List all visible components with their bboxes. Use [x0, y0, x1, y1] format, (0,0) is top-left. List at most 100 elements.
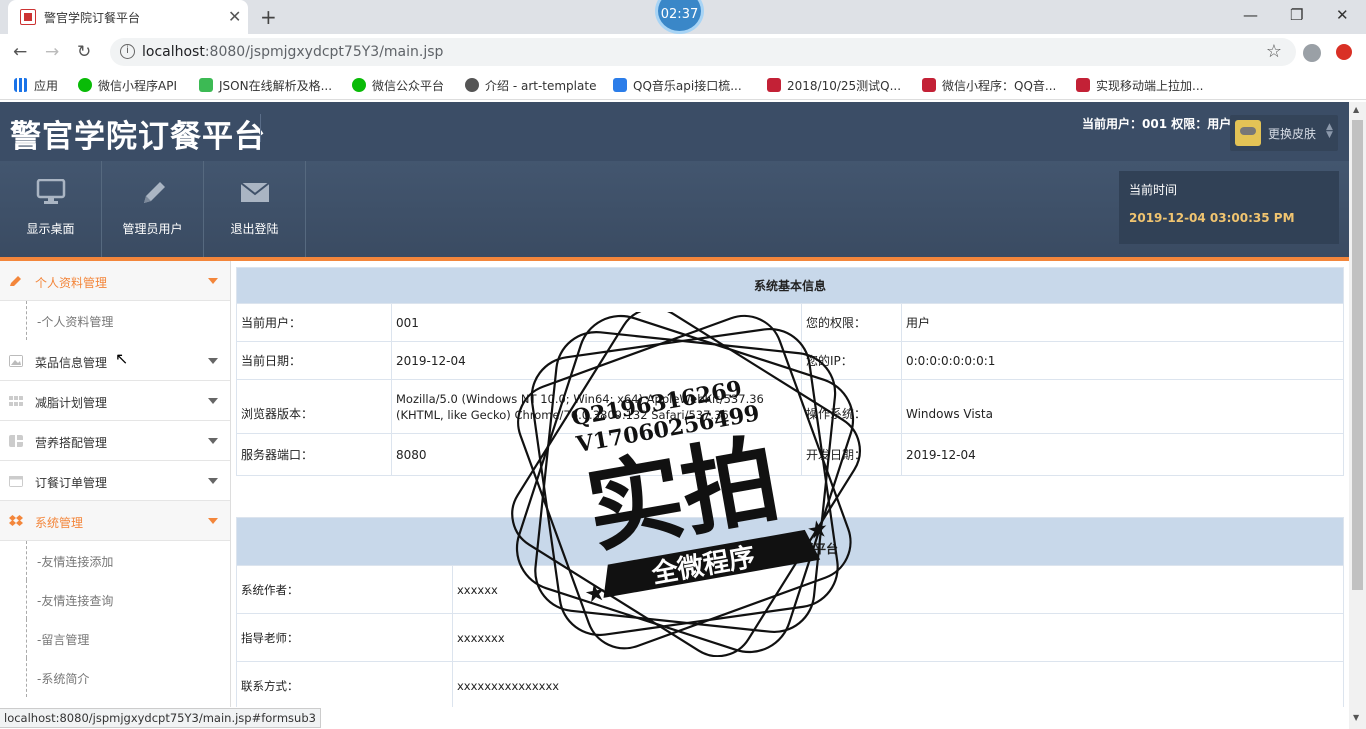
apps-icon: [14, 78, 28, 92]
envelope-icon: [240, 182, 270, 202]
info-key: 您的IP：: [801, 341, 902, 380]
window-close-icon[interactable]: ✕: [1336, 6, 1349, 24]
current-user-info: 当前用户：001 权限：用户: [1082, 117, 1232, 131]
info-icon[interactable]: i: [120, 44, 135, 59]
bookmark-item[interactable]: 微信小程序API: [78, 77, 177, 94]
sidebar-item-add-link[interactable]: 友情连接添加: [26, 541, 230, 580]
sidebar-item-system-intro[interactable]: 系统简介: [26, 658, 230, 697]
info-key: 联系方式：: [236, 661, 453, 707]
site-favicon-icon: [20, 9, 36, 25]
change-skin-select[interactable]: 更换皮肤 ▲ ▼: [1230, 115, 1338, 151]
web-page: 警官学院订餐平台 当前用户：001 权限：用户 更换皮肤 ▲ ▼ 显示桌面 管理员…: [0, 102, 1349, 707]
extension-icon[interactable]: [1336, 44, 1352, 60]
current-time-label: 当前时间: [1129, 183, 1178, 197]
info-key: 操作系统：: [801, 379, 902, 434]
system-info-table: 系统基本信息 当前用户： 001 您的权限： 用户 当前日期： 2019-12-…: [236, 267, 1344, 476]
chevron-down-icon: [208, 398, 218, 404]
platform-info-table: 警官学院订餐平台 系统作者： xxxxxx 指导老师： xxxxxxx 联系方式…: [236, 517, 1344, 707]
bookmark-item[interactable]: 介绍 - art-template: [465, 77, 596, 94]
current-time-panel: 当前时间 2019-12-04 03:00:35 PM: [1119, 171, 1339, 244]
sidebar: 个人资料管理 个人资料管理 菜品信息管理 减脂计划管理 营养搭配管理 订餐订单管…: [0, 261, 231, 707]
minimize-icon[interactable]: —: [1243, 6, 1258, 24]
pencil-icon: [10, 276, 21, 286]
sidebar-group-nutrition[interactable]: 营养搭配管理: [0, 421, 230, 461]
info-value: 0:0:0:0:0:0:0:1: [901, 341, 1344, 380]
new-tab-icon[interactable]: +: [260, 5, 277, 29]
bookmark-item[interactable]: 实现移动端上拉加...: [1076, 77, 1203, 94]
site-title: 警官学院订餐平台: [10, 119, 266, 155]
menu-label: 退出登陆: [230, 222, 279, 236]
json-icon: [199, 78, 213, 92]
scroll-up-icon[interactable]: ▲: [1353, 105, 1359, 114]
layout-icon: [9, 435, 23, 447]
sidebar-item-label: 系统简介: [37, 670, 89, 687]
page-scrollbar[interactable]: ▲ ▼: [1349, 102, 1366, 729]
status-bar-url: localhost:8080/jspmjgxydcpt75Y3/main.jsp…: [0, 708, 321, 728]
site-header: 警官学院订餐平台 当前用户：001 权限：用户 更换皮肤 ▲ ▼: [0, 102, 1349, 161]
bookmark-apps[interactable]: 应用: [14, 77, 58, 94]
info-value: 8080: [391, 433, 802, 476]
show-desktop-button[interactable]: 显示桌面: [0, 161, 102, 257]
info-key: 当前日期：: [236, 341, 392, 380]
platform-info-heading: 警官学院订餐平台: [236, 517, 1344, 566]
profile-avatar-icon[interactable]: [1303, 44, 1321, 62]
calendar-icon: [9, 476, 23, 487]
csdn-icon: [1076, 78, 1090, 92]
info-key: 系统作者：: [236, 565, 453, 614]
back-icon[interactable]: ←: [13, 42, 27, 62]
scroll-down-icon[interactable]: ▼: [1353, 713, 1359, 722]
system-info-heading: 系统基本信息: [236, 267, 1344, 304]
info-value: 2019-12-04: [901, 433, 1344, 476]
sidebar-group-label: 减脂计划管理: [35, 396, 108, 410]
bookmark-item[interactable]: 2018/10/25测试Q...: [767, 77, 901, 94]
info-key: 您的权限：: [801, 303, 902, 342]
info-key: 浏览器版本：: [236, 379, 392, 434]
main-content: 系统基本信息 当前用户： 001 您的权限： 用户 当前日期： 2019-12-…: [236, 267, 1344, 707]
browser-toolbar: ← → ↻ i localhost:8080/jspmjgxydcpt75Y3/…: [0, 34, 1366, 70]
wechat-icon: [78, 78, 92, 92]
info-value: 001: [391, 303, 802, 342]
browser-tab-strip: 警官学院订餐平台 ✕ + 02:37 — ❐ ✕: [0, 0, 1366, 34]
browser-tab[interactable]: 警官学院订餐平台 ✕: [8, 0, 248, 34]
sidebar-group-diet-plan[interactable]: 减脂计划管理: [0, 381, 230, 421]
bookmark-item[interactable]: QQ音乐api接口梳...: [613, 77, 742, 94]
tab-title: 警官学院订餐平台: [44, 11, 141, 25]
forward-icon[interactable]: →: [45, 42, 59, 62]
logout-button[interactable]: 退出登陆: [204, 161, 306, 257]
menu-label: 显示桌面: [26, 222, 75, 236]
sidebar-item-messages[interactable]: 留言管理: [26, 619, 230, 658]
bookmark-star-icon[interactable]: ☆: [1266, 41, 1282, 62]
info-key: 服务器端口：: [236, 433, 392, 476]
dropbox-icon: [9, 515, 23, 526]
sidebar-group-system[interactable]: 系统管理: [0, 501, 230, 541]
bookmark-item[interactable]: 微信小程序：QQ音...: [922, 77, 1056, 94]
monitor-icon: [36, 179, 66, 204]
sidebar-group-label: 菜品信息管理: [35, 356, 108, 370]
reload-icon[interactable]: ↻: [77, 42, 91, 62]
skin-label: 更换皮肤: [1268, 127, 1317, 141]
address-bar[interactable]: i localhost:8080/jspmjgxydcpt75Y3/main.j…: [110, 38, 1296, 66]
info-value: 2019-12-04: [391, 341, 802, 380]
close-tab-icon[interactable]: ✕: [228, 7, 241, 26]
sidebar-group-orders[interactable]: 订餐订单管理: [0, 461, 230, 501]
info-value: xxxxxxx: [452, 613, 1344, 662]
admin-user-button[interactable]: 管理员用户: [102, 161, 204, 257]
sidebar-item-profile[interactable]: 个人资料管理: [26, 301, 230, 340]
bookmark-item[interactable]: JSON在线解析及格...: [199, 77, 332, 94]
csdn-icon: [767, 78, 781, 92]
bookmark-item[interactable]: 微信公众平台: [352, 77, 444, 94]
menu-label: 管理员用户: [122, 222, 183, 236]
image-icon: [9, 355, 23, 367]
chevron-down-icon: [208, 358, 218, 364]
sidebar-group-profile[interactable]: 个人资料管理: [0, 261, 230, 301]
sidebar-item-query-link[interactable]: 友情连接查询: [26, 580, 230, 619]
wechat-icon: [352, 78, 366, 92]
info-value: xxxxxxxxxxxxxxx: [452, 661, 1344, 707]
mouse-cursor-icon: ↖: [115, 349, 129, 368]
top-menu: 显示桌面 管理员用户 退出登陆 当前时间 2019-12-04 03:00:35…: [0, 161, 1349, 257]
skin-avatar-icon: [1235, 120, 1261, 146]
chevron-down-icon: [208, 278, 218, 284]
restore-icon[interactable]: ❐: [1290, 6, 1303, 24]
pencil-icon: [144, 182, 165, 203]
scrollbar-thumb[interactable]: [1352, 120, 1363, 590]
